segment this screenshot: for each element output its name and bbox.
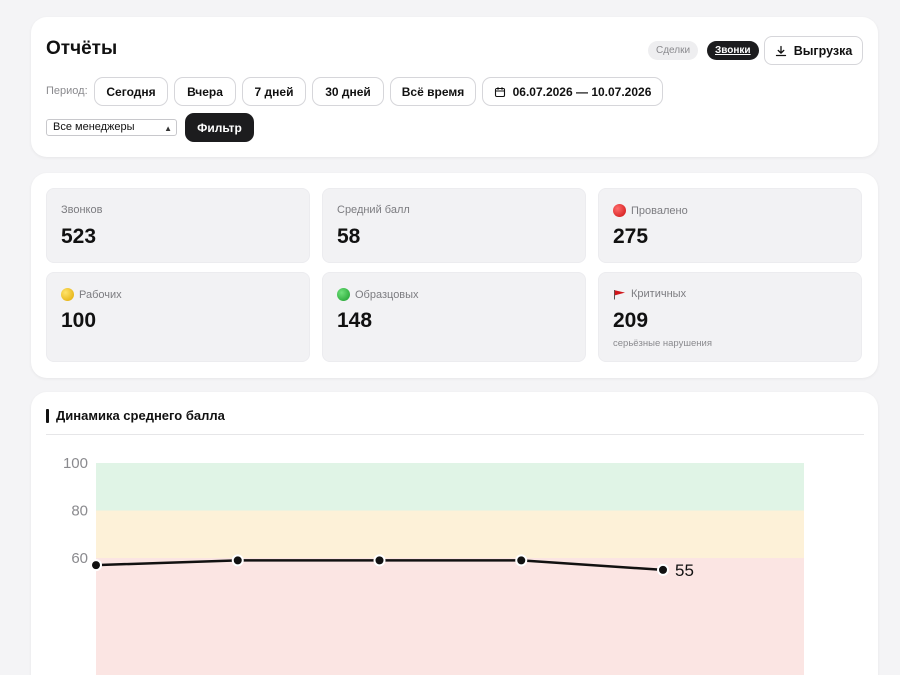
red-flag-icon [614,289,625,299]
stat-label: Рабочих [79,288,122,301]
stat-label: Критичных [631,288,687,300]
tab-deals[interactable]: Сделки [648,41,699,60]
data-point [373,554,386,567]
data-point [657,563,669,576]
manager-select-value: Все менеджеры [53,121,135,133]
stat-label: Звонков [61,204,103,216]
y-tick-label: 80 [71,503,88,520]
data-point [231,554,244,567]
stat-exemplary: Образцовых 148 [322,272,586,362]
score-dynamics-panel: Динамика среднего балла 100 80 60 55 [31,392,878,675]
period-all-time-button[interactable]: Всё время [390,77,476,106]
data-point [515,554,528,567]
stat-value: 523 [61,225,97,248]
stat-value: 100 [61,309,97,332]
export-button[interactable]: Выгрузка [764,36,863,65]
filters-panel: Отчёты Сделки Звонки Выгрузка Период: Се… [31,17,878,157]
yellow-circle-icon [61,288,74,301]
stat-label: Провалено [631,204,688,217]
stat-working: Рабочих 100 [46,272,310,362]
filter-button[interactable]: Фильтр [185,113,254,142]
period-7days-button[interactable]: 7 дней [242,77,306,106]
period-today-button[interactable]: Сегодня [94,77,168,106]
tab-calls[interactable]: Звонки [707,41,759,60]
y-tick-label: 100 [63,455,88,472]
y-tick-label: 60 [71,550,88,567]
chart-zone-1 [96,510,804,558]
stat-value: 148 [337,309,373,332]
stats-panel: Звонков 523 Средний балл 58 Провалено 27… [31,173,878,378]
stat-calls: Звонков 523 [46,188,310,263]
chart-zone-2 [96,558,804,675]
date-range-text: 06.07.2026 — 10.07.2026 [512,84,652,99]
export-label: Выгрузка [793,43,853,58]
last-value-label: 55 [675,561,694,580]
stat-label: Средний балл [337,204,410,216]
red-circle-icon [613,204,626,217]
chart-zone-0 [96,463,804,511]
stat-label-row: Рабочих [61,288,122,301]
stat-label-row: Провалено [613,204,688,217]
green-circle-icon [337,288,350,301]
stat-average-score: Средний балл 58 [322,188,586,263]
chevron-down-icon: ▲ [164,124,172,133]
date-range-picker[interactable]: 06.07.2026 — 10.07.2026 [482,77,663,106]
stat-label-row: Критичных [613,288,686,300]
stat-label: Образцовых [355,288,419,301]
score-line-chart: 100 80 60 55 [63,455,804,675]
period-label: Период: [46,85,88,97]
data-point [90,559,102,572]
manager-select[interactable]: Все менеджеры ▲ [46,119,177,136]
stat-subtitle: серьёзные нарушения [613,338,712,349]
stat-value: 275 [613,225,649,248]
period-yesterday-button[interactable]: Вчера [174,77,236,106]
period-30days-button[interactable]: 30 дней [312,77,384,106]
stat-critical: Критичных 209 серьёзные нарушения [598,272,862,362]
calendar-icon [494,86,505,97]
download-icon [775,45,786,56]
stat-value: 209 [613,309,649,332]
stat-label-row: Образцовых [337,288,419,301]
stat-value: 58 [337,225,361,248]
stat-failed: Провалено 275 [598,188,862,263]
page-title: Отчёты [46,38,118,59]
